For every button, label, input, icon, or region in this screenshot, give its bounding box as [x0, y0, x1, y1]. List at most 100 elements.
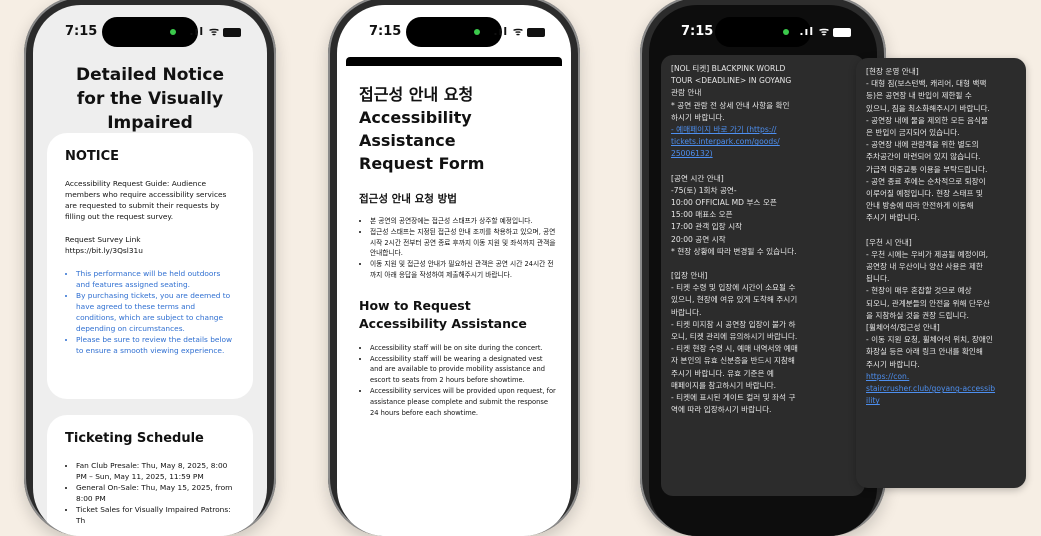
notice-line: 주차공간이 마련되어 있지 않습니다.	[866, 152, 981, 162]
notice-link[interactable]: staircrusher.club/goyang-accessib	[866, 383, 1016, 395]
status-icons: .ıl ᯤ	[799, 24, 851, 39]
notice-bullets: This performance will be held outdoors a…	[65, 268, 235, 356]
notice-line: 은 반입이 금지되어 있습니다.	[866, 128, 960, 138]
status-time: 7:15	[681, 24, 714, 39]
notice-line: 안내 방송에 따라 안전하게 이동해	[866, 201, 974, 211]
section-heading-en-2: Accessibility Assistance	[359, 315, 527, 331]
notice-line: [우천 시 안내]	[866, 237, 912, 247]
notice-line: 역에 따라 입장하시기 바랍니다.	[671, 405, 772, 415]
notice-line: [현장 운영 안내]	[866, 67, 919, 76]
section-heading-en-1: How to Request	[359, 297, 471, 313]
status-bar: 7:15 .ıl ᯤ	[337, 5, 571, 53]
survey-link[interactable]: https://bit.ly/3Qsl31u	[65, 246, 143, 255]
wifi-icon: ᯤ	[512, 25, 524, 38]
notice-line: 됩니다.	[866, 274, 890, 284]
phone-request-form: 7:15 .ıl ᯤ 접근성 안내 요청 Accessibility Assis…	[328, 0, 580, 536]
notice-body: Accessibility Request Guide: Audience me…	[65, 179, 227, 221]
list-item: This performance will be held outdoors a…	[76, 268, 235, 290]
notice-line: 주시기 바랍니다.	[866, 359, 920, 369]
list-item: Accessibility staff will be on site duri…	[370, 343, 557, 354]
status-bar: 7:15 .ıl ᯤ	[649, 5, 877, 53]
notice-link[interactable]: tickets.interpark.com/goods/	[671, 136, 855, 148]
camera-indicator-icon	[783, 29, 789, 35]
notice-line: [휠체어석/접근성 안내]	[866, 323, 940, 333]
list-item: Ticket Sales for Visually Impaired Patro…	[76, 504, 235, 526]
notice-line: 오니, 티켓 관리에 유의하시기 바랍니다.	[671, 332, 798, 342]
list-item: By purchasing tickets, you are deemed to…	[76, 290, 235, 334]
wifi-icon: ᯤ	[208, 25, 220, 38]
wifi-icon: ᯤ	[818, 25, 830, 38]
dynamic-island	[102, 17, 198, 47]
title-line-1: Detailed Notice	[76, 65, 224, 85]
survey-link-block: Request Survey Link https://bit.ly/3Qsl31…	[65, 234, 235, 256]
notice-line: 화장실 등은 아래 링크 안내를 확인해	[866, 347, 983, 357]
schedule-heading: Ticketing Schedule	[65, 431, 204, 446]
notice-line: 이루어질 예정입니다. 현장 스태프 및	[866, 189, 983, 199]
form-content: 접근성 안내 요청 Accessibility Assistance Reque…	[359, 83, 557, 418]
notice-link[interactable]: - 예매페이지 바로 가기 (https://	[671, 124, 855, 136]
notice-line: - 공연장 내에 관람객을 위한 별도의	[866, 140, 979, 150]
phone-screen: 7:15 .ıl ᯤ 접근성 안내 요청 Accessibility Assis…	[337, 5, 571, 536]
camera-indicator-icon	[170, 29, 176, 35]
notice-line: - 공연 종료 후에는 순차적으로 퇴장이	[866, 176, 986, 186]
notice-line: - 티켓 미지참 시 공연장 입장이 불가 하	[671, 319, 796, 329]
notice-line: 자 본인의 유효 신분증을 반드시 지참해	[671, 356, 795, 366]
bullets-en: Accessibility staff will be on site duri…	[359, 343, 557, 419]
notice-heading: NOTICE	[65, 149, 120, 164]
notice-line: - 우천 시에는 우비가 제공될 예정이며,	[866, 249, 989, 259]
status-bar: 7:15 .ıl ᯤ	[33, 5, 267, 53]
notice-line: 되오니, 관계분들의 안전을 위해 단우산	[866, 298, 990, 308]
list-item: 접근성 스태프는 지정된 접근성 안내 조끼를 착용하고 있으며, 공연 시작 …	[370, 227, 557, 259]
notice-line: - 현장이 매우 혼잡할 것으로 예상	[866, 286, 972, 296]
notice-link[interactable]: https://con.	[866, 371, 1016, 383]
section-heading-kr: 접근성 안내 요청 방법	[359, 193, 457, 205]
notice-line: [NOL 티켓] BLACKPINK WORLD	[671, 64, 786, 73]
signal-icon: .ıl	[189, 25, 205, 38]
notice-line: 하시기 바랍니다.	[671, 112, 725, 122]
list-item: Please be sure to review the details bel…	[76, 334, 235, 356]
battery-icon	[527, 27, 545, 37]
status-icons: .ıl ᯤ	[189, 24, 241, 39]
notice-link[interactable]: ility	[866, 395, 1016, 407]
schedule-card: Ticketing Schedule Fan Club Presale: Thu…	[47, 415, 253, 536]
battery-icon	[833, 27, 851, 37]
notice-line: - 이동 지원 요청, 휠체어석 위치, 장애인	[866, 335, 993, 345]
notice-line: - 공연장 내에 물을 제외한 모든 음식물	[866, 115, 989, 125]
notice-link[interactable]: 25006132)	[671, 148, 855, 160]
notice-line: 주시기 바랍니다.	[866, 213, 920, 223]
notice-line: -75(토) 1회차 공연-	[671, 185, 737, 195]
notice-paragraph: [현장 운영 안내] - 대형 짐(보스턴백, 캐리어, 대형 백팩 등)은 공연장…	[866, 66, 1016, 225]
notice-line: 바랍니다.	[671, 307, 702, 317]
list-item: 이동 지원 및 접근성 안내가 필요하신 관객은 공연 시간 24시간 전까지 …	[370, 259, 557, 281]
list-item: 본 공연의 공연장에는 접근성 스태프가 상주할 예정입니다.	[370, 216, 557, 227]
phone-screen: 7:15 .ıl ᯤ [NOL 티켓] BLACKPINK WORLD TOUR …	[649, 5, 877, 536]
phone-notice: 7:15 .ıl ᯤ Detailed Notice for the Visua…	[24, 0, 276, 536]
dynamic-island	[406, 17, 502, 47]
phone-dark-notice: 7:15 .ıl ᯤ [NOL 티켓] BLACKPINK WORLD TOUR …	[640, 0, 886, 536]
notice-card: NOTICE Accessibility Request Guide: Audi…	[47, 133, 253, 399]
notice-line: - 티켓 현장 수령 시, 예매 내역서와 예매	[671, 344, 798, 354]
notice-paragraph: [우천 시 안내] - 우천 시에는 우비가 제공될 예정이며, 공연장 내 우산이…	[866, 237, 1016, 408]
notice-paragraph: [NOL 티켓] BLACKPINK WORLD TOUR <DEADLINE> …	[671, 63, 855, 161]
form-title-en-2: Request Form	[359, 154, 485, 173]
notice-paragraph: [공연 시간 안내] -75(토) 1회차 공연- 10:00 OFFICIAL M…	[671, 173, 855, 258]
battery-icon	[223, 27, 241, 37]
notice-line: 17:00 관객 입장 시작	[671, 222, 743, 232]
form-header-bar	[346, 57, 562, 66]
signal-icon: .ıl	[799, 25, 815, 38]
notice-line: TOUR <DEADLINE> IN GOYANG	[671, 76, 792, 86]
signal-icon: .ıl	[493, 25, 509, 38]
title-line-2: for the Visually Impaired	[76, 89, 224, 133]
list-item: Fan Club Presale: Thu, May 8, 2025, 8:00…	[76, 460, 235, 482]
notice-line: [입장 안내]	[671, 271, 708, 281]
notice-line: 10:00 OFFICIAL MD 부스 오픈	[671, 198, 777, 208]
notice-line: 관람 안내	[671, 88, 702, 98]
notice-line: 매페이지를 참고하시기 바랍니다.	[671, 380, 777, 390]
notice-line: 있으니, 현장에 여유 있게 도착해 주시기	[671, 295, 798, 305]
section-heading-en: How to Request Accessibility Assistance	[359, 297, 557, 333]
notice-line: 을 지참하실 것을 권장 드립니다.	[866, 310, 969, 320]
notice-line: 주시기 바랍니다. 유효 기준은 예	[671, 368, 774, 378]
notice-line: 15:00 매표소 오픈	[671, 210, 733, 220]
form-title-kr: 접근성 안내 요청	[359, 85, 474, 104]
form-title-en-1: Accessibility Assistance	[359, 108, 472, 150]
